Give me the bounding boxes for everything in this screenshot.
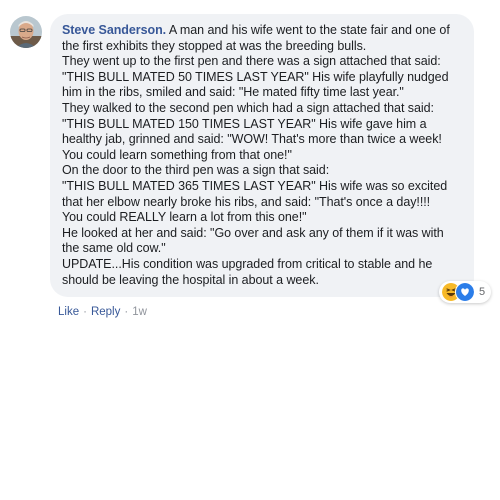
comment-text-line: the same old cow." [62, 241, 166, 256]
comment-author[interactable]: Steve Sanderson. [62, 23, 166, 37]
comment-text-line: "THIS BULL MATED 150 TIMES LAST YEAR" Hi… [62, 116, 427, 131]
comment-text-line: A man and his wife went to the state fai… [166, 23, 450, 37]
comment-text-line: They walked to the second pen which had … [62, 100, 434, 115]
comment-text-line: "THIS BULL MATED 365 TIMES LAST YEAR" Hi… [62, 178, 448, 193]
comment-text-line: You could learn something from that one!… [62, 147, 292, 162]
avatar-photo [10, 16, 42, 48]
reaction-count: 5 [479, 286, 486, 298]
comment-text-line: They went up to the first pen and there … [62, 54, 441, 69]
comment-text-line: should be leaving the hospital in about … [62, 272, 319, 287]
comment-text-line: On the door to the third pen was a sign … [62, 163, 330, 178]
like-link[interactable]: Like [58, 306, 79, 318]
avatar[interactable] [10, 16, 42, 48]
comment-actions: Like · Reply · 1w [58, 306, 147, 318]
comment-text-line: "THIS BULL MATED 50 TIMES LAST YEAR" His… [62, 69, 449, 84]
comment-text-line: him in the ribs, smiled and said: "He ma… [62, 85, 404, 100]
reactions-summary[interactable]: 5 [439, 281, 492, 303]
comment-text-line: He looked at her and said: "Go over and … [62, 225, 444, 240]
comment-text-line: the first exhibits they stopped at was t… [62, 38, 367, 53]
comment-text-line: healthy jab, grinned and said: "WOW! Tha… [62, 132, 442, 147]
love-icon [455, 282, 475, 302]
separator: · [83, 306, 87, 318]
separator: · [124, 306, 129, 318]
comment-timestamp[interactable]: 1w [132, 306, 147, 318]
reply-link[interactable]: Reply [91, 306, 120, 318]
comment-first-line: Steve Sanderson. A man and his wife went… [62, 23, 462, 39]
comment-bubble: Steve Sanderson. A man and his wife went… [50, 14, 474, 298]
comment-text-line: that her elbow nearly broke his ribs, an… [62, 194, 431, 209]
comment-text-line: You could REALLY learn a lot from this o… [62, 210, 307, 225]
comment-text-line: UPDATE...His condition was upgraded from… [62, 256, 433, 271]
